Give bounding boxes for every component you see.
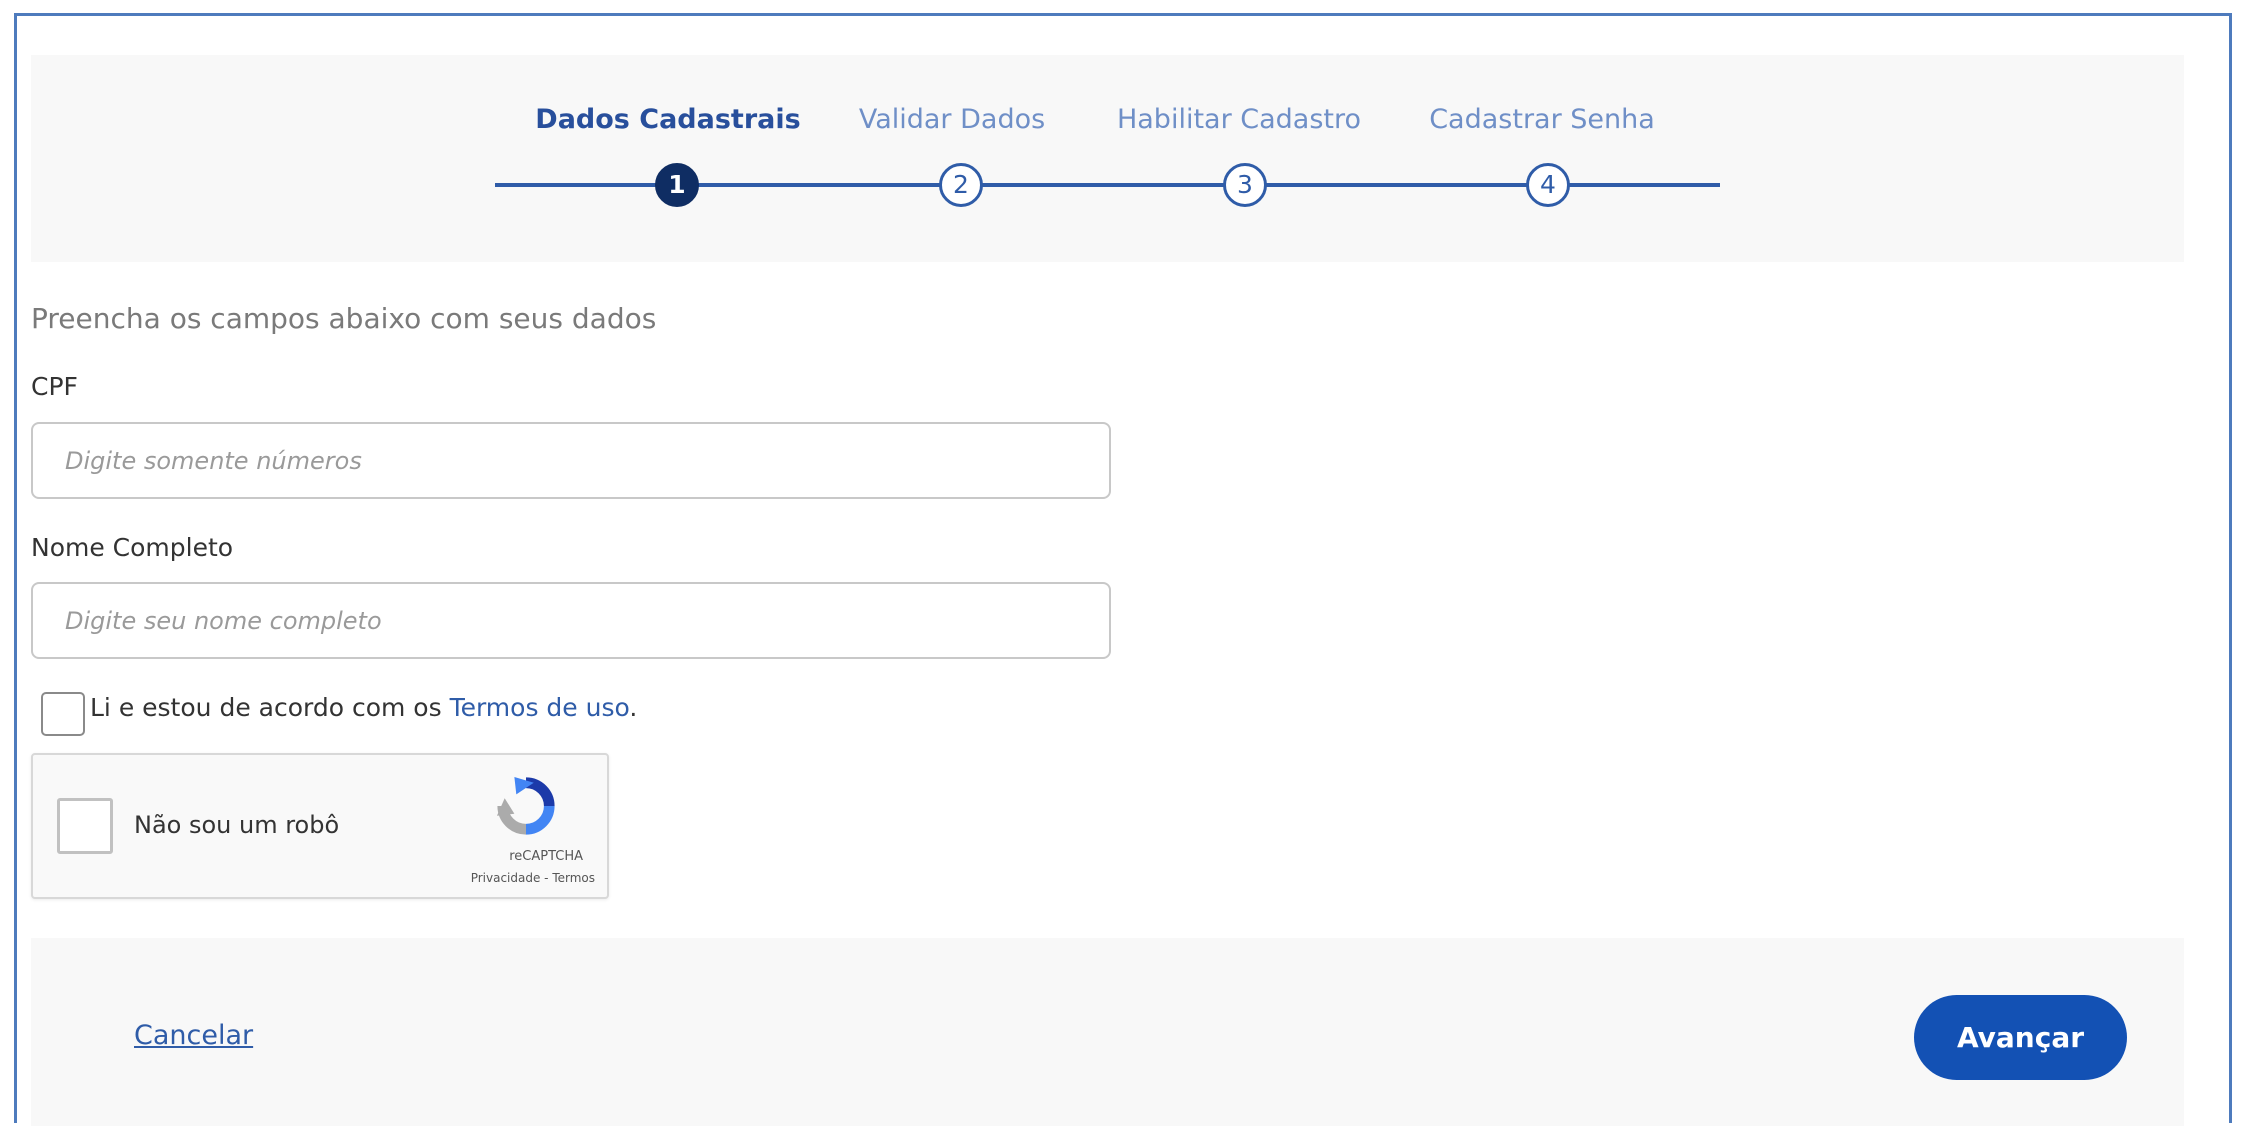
step-number-4: 4 bbox=[1526, 163, 1570, 207]
terms-of-use-link[interactable]: Termos de uso bbox=[450, 693, 630, 722]
recaptcha-logo-icon bbox=[496, 776, 555, 835]
terms-text-suffix: . bbox=[629, 693, 638, 722]
cpf-input[interactable] bbox=[31, 422, 1111, 499]
terms-agreement-text: Li e estou de acordo com os Termos de us… bbox=[90, 693, 637, 722]
recaptcha-widget: Não sou um robô reCAPTCHA Privacidade - … bbox=[31, 753, 609, 899]
recaptcha-privacy-terms[interactable]: Privacidade - Termos bbox=[373, 871, 595, 885]
step-label-dados-cadastrais: Dados Cadastrais bbox=[535, 104, 801, 135]
step-number-1: 1 bbox=[655, 163, 699, 207]
step-number-3: 3 bbox=[1223, 163, 1267, 207]
full-name-input[interactable] bbox=[31, 582, 1111, 659]
step-label-habilitar-cadastro: Habilitar Cadastro bbox=[1116, 104, 1362, 135]
recaptcha-checkbox[interactable] bbox=[57, 798, 113, 854]
step-number-2: 2 bbox=[939, 163, 983, 207]
step-label-validar-dados: Validar Dados bbox=[858, 104, 1046, 135]
recaptcha-label: Não sou um robô bbox=[134, 811, 340, 839]
terms-text-prefix: Li e estou de acordo com os bbox=[90, 693, 450, 722]
form-instructions: Preencha os campos abaixo com seus dados bbox=[31, 302, 657, 335]
recaptcha-brand-text: reCAPTCHA bbox=[509, 849, 583, 864]
step-label-cadastrar-senha: Cadastrar Senha bbox=[1429, 104, 1655, 135]
next-button[interactable]: Avançar bbox=[1914, 995, 2127, 1080]
cpf-label: CPF bbox=[31, 372, 78, 401]
stepper-panel bbox=[31, 55, 2184, 262]
full-name-label: Nome Completo bbox=[31, 533, 234, 562]
footer-bar bbox=[31, 938, 2184, 1126]
cancel-link[interactable]: Cancelar bbox=[134, 1020, 253, 1051]
terms-checkbox[interactable] bbox=[41, 692, 85, 736]
